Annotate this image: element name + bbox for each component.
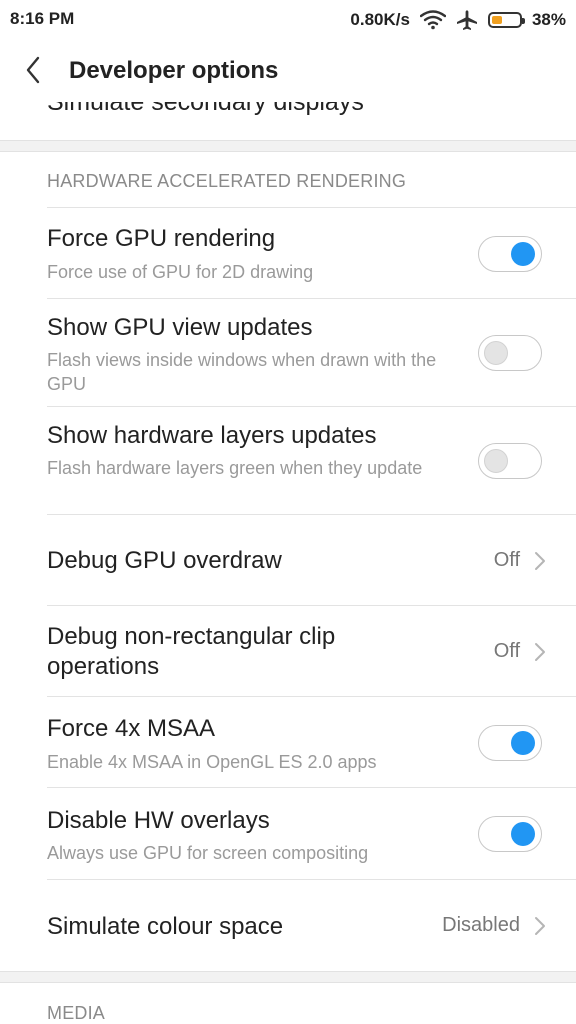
page-title: Developer options bbox=[69, 57, 279, 84]
item-subtitle: Force use of GPU for 2D drawing bbox=[47, 262, 314, 282]
chevron-right-icon bbox=[535, 642, 545, 661]
item-subtitle: Always use GPU for screen compositing bbox=[47, 843, 369, 863]
section-divider bbox=[0, 140, 576, 152]
airplane-icon bbox=[456, 9, 478, 31]
item-value: Disabled bbox=[442, 914, 520, 936]
disable-hw-overlays-toggle[interactable] bbox=[478, 816, 542, 852]
wifi-icon bbox=[419, 10, 446, 30]
status-time: 8:16 PM bbox=[10, 9, 75, 28]
battery-level bbox=[491, 16, 502, 24]
section-header-media: MEDIA bbox=[47, 1003, 106, 1023]
back-button[interactable] bbox=[14, 50, 54, 90]
chevron-left-icon bbox=[26, 56, 40, 84]
force-gpu-rendering-toggle[interactable] bbox=[478, 236, 542, 272]
battery-icon bbox=[487, 12, 525, 28]
force-4x-msaa-toggle[interactable] bbox=[478, 725, 542, 761]
status-bar: 8:16 PM 0.80K/s 38% bbox=[0, 0, 576, 40]
item-title: Debug non-rectangular clip operations bbox=[47, 623, 336, 680]
chevron-right-icon bbox=[535, 551, 545, 570]
list-item-debug-gpu-overdraw[interactable]: Debug GPU overdraw Off bbox=[0, 515, 576, 606]
list-item-force-gpu-rendering[interactable]: Force GPU rendering Force use of GPU for… bbox=[0, 208, 576, 299]
status-indicators: 0.80K/s 38% bbox=[350, 8, 566, 32]
app-bar: Developer options bbox=[0, 40, 576, 102]
battery-percent: 38% bbox=[531, 10, 566, 29]
item-title: Show GPU view updates bbox=[47, 314, 313, 341]
item-value: Off bbox=[493, 549, 520, 571]
item-title: Simulate colour space bbox=[47, 913, 284, 940]
section-divider bbox=[0, 971, 576, 983]
item-title: Force 4x MSAA bbox=[47, 715, 216, 742]
list-item-debug-non-rectangular-clip[interactable]: Debug non-rectangular clip operations Of… bbox=[0, 606, 576, 697]
item-title: Disable HW overlays bbox=[47, 807, 270, 834]
item-subtitle: Flash hardware layers green when they up… bbox=[47, 458, 423, 478]
section-header-hardware: HARDWARE ACCELERATED RENDERING bbox=[47, 171, 407, 191]
list-item-force-4x-msaa[interactable]: Force 4x MSAA Enable 4x MSAA in OpenGL E… bbox=[0, 697, 576, 788]
list-item-title: Simulate secondary displays bbox=[47, 102, 364, 116]
show-gpu-view-updates-toggle[interactable] bbox=[478, 335, 542, 371]
list-item-simulate-secondary-displays[interactable]: Simulate secondary displays bbox=[0, 102, 576, 140]
network-speed: 0.80K/s bbox=[350, 10, 410, 29]
list-item-show-hardware-layers-updates[interactable]: Show hardware layers updates Flash hardw… bbox=[0, 407, 576, 515]
item-title: Debug GPU overdraw bbox=[47, 547, 282, 574]
item-value: Off bbox=[493, 640, 520, 662]
item-subtitle: Enable 4x MSAA in OpenGL ES 2.0 apps bbox=[47, 752, 377, 772]
item-title: Force GPU rendering bbox=[47, 225, 276, 252]
chevron-right-icon bbox=[535, 916, 545, 935]
item-subtitle: Flash views inside windows when drawn wi… bbox=[47, 350, 437, 394]
show-hardware-layers-updates-toggle[interactable] bbox=[478, 443, 542, 479]
list-item-disable-hw-overlays[interactable]: Disable HW overlays Always use GPU for s… bbox=[0, 788, 576, 880]
list-item-show-gpu-view-updates[interactable]: Show GPU view updates Flash views inside… bbox=[0, 299, 576, 407]
item-title: Show hardware layers updates bbox=[47, 422, 377, 449]
list-item-simulate-colour-space[interactable]: Simulate colour space Disabled bbox=[0, 880, 576, 971]
